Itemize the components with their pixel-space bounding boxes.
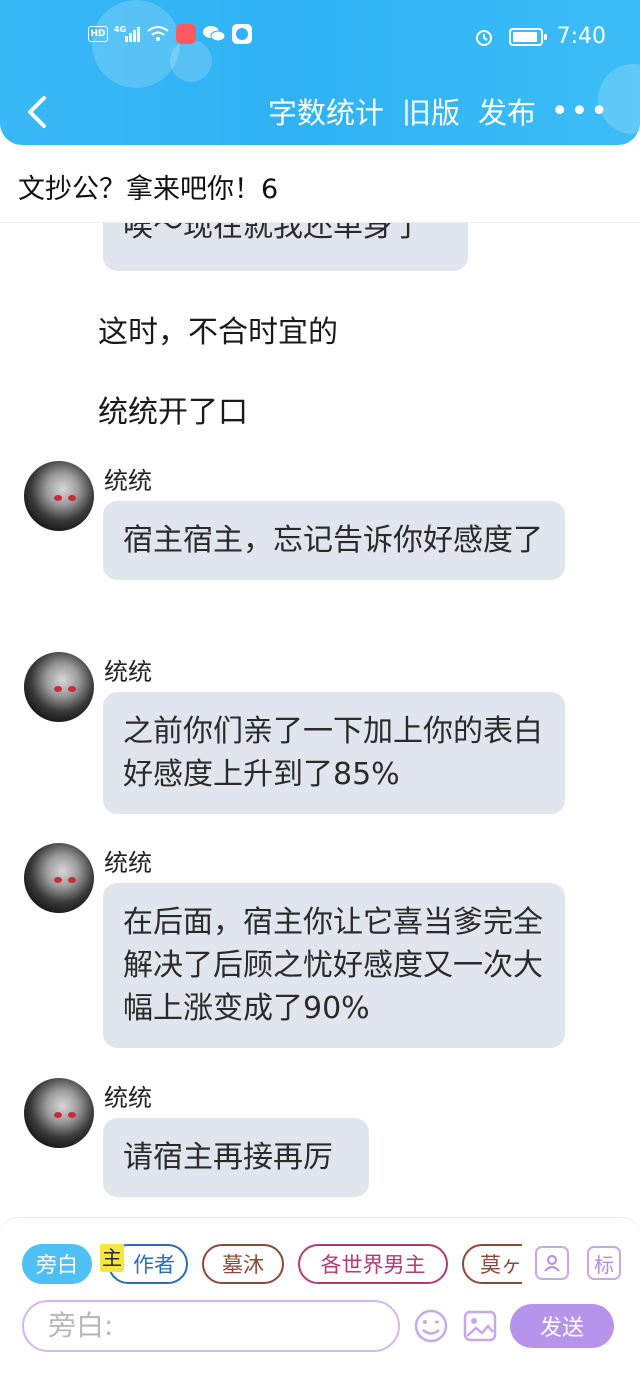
wechat-icon (202, 24, 226, 44)
wifi-icon (146, 25, 170, 43)
message-text: 在后面，宿主你让它喜当爹完全解决了后顾之忧好感度又一次大幅上涨变成了90% (123, 905, 543, 1026)
app-header: HD 4G 7:40 字数统计 旧版 发布 ••• (0, 0, 640, 145)
character-card-icon[interactable] (535, 1246, 569, 1280)
narration-text: 这时，不合时宜的 (98, 315, 338, 350)
message-text: 宿主宿主，忘记告诉你好感度了 (123, 523, 543, 558)
svg-text:4G: 4G (114, 25, 126, 34)
sender-name: 统统 (104, 467, 152, 495)
back-icon[interactable] (22, 92, 52, 132)
message-bubble[interactable]: 请宿主再接再厉 (103, 1118, 369, 1197)
chat-area[interactable]: 唉～现在就我还单身了 这时，不合时宜的 统统开了口 统统 宿主宿主，忘记告诉你好… (0, 223, 640, 1217)
sender-name: 统统 (104, 658, 152, 686)
old-version-button[interactable]: 旧版 (402, 90, 460, 132)
avatar[interactable] (24, 652, 94, 722)
sender-name: 统统 (104, 849, 152, 877)
status-bar: HD 4G 7:40 (0, 18, 640, 58)
sender-name: 统统 (104, 1084, 152, 1112)
avatar[interactable] (24, 1078, 94, 1148)
send-button[interactable]: 发送 (510, 1304, 614, 1348)
message-text: 之前你们亲了一下加上你的表白好感度上升到了85% (123, 714, 543, 792)
message-input[interactable]: 旁白: (22, 1300, 400, 1352)
browser-icon (232, 24, 252, 44)
status-time: 7:40 (556, 24, 606, 49)
message-bubble: 唉～现在就我还单身了 (103, 223, 468, 271)
tag-icon[interactable]: 标 (587, 1246, 621, 1280)
message-bubble[interactable]: 之前你们亲了一下加上你的表白好感度上升到了85% (103, 692, 565, 814)
nav-bar: 字数统计 旧版 发布 ••• (0, 82, 640, 142)
image-icon[interactable] (462, 1308, 498, 1344)
message-bubble[interactable]: 宿主宿主，忘记告诉你好感度了 (103, 501, 565, 580)
message-bubble[interactable]: 在后面，宿主你让它喜当爹完全解决了后顾之忧好感度又一次大幅上涨变成了90% (103, 883, 565, 1048)
emoji-icon[interactable] (413, 1308, 449, 1344)
hd-icon: HD (88, 26, 108, 42)
word-count-button[interactable]: 字数统计 (268, 90, 384, 132)
signal-icon: 4G (114, 24, 140, 44)
role-chip-mo[interactable]: 莫ヶ (462, 1244, 522, 1284)
narration-text: 统统开了口 (98, 395, 248, 430)
role-chip-narrator[interactable]: 旁白 (22, 1244, 92, 1284)
role-chip-male-leads[interactable]: 各世界男主 (298, 1244, 448, 1284)
story-title: 文抄公？拿来吧你！6 (0, 145, 640, 223)
message-text: 唉～现在就我还单身了 (123, 223, 423, 244)
more-icon[interactable]: ••• (551, 94, 610, 129)
role-chip-mumu[interactable]: 墓沐 (202, 1244, 284, 1284)
message-text: 请宿主再接再厉 (123, 1140, 333, 1175)
alarm-icon (473, 26, 495, 48)
composer: 旁白 作者 主 墓沐 各世界男主 莫ヶ 标 旁白: 发送 (0, 1217, 640, 1387)
avatar[interactable] (24, 461, 94, 531)
main-role-tag: 主 (100, 1244, 124, 1272)
publish-button[interactable]: 发布 (478, 90, 536, 132)
app-notification-icon (176, 24, 196, 44)
avatar[interactable] (24, 843, 94, 913)
role-selector[interactable]: 旁白 作者 主 墓沐 各世界男主 莫ヶ (22, 1242, 522, 1286)
battery-icon (508, 27, 547, 46)
